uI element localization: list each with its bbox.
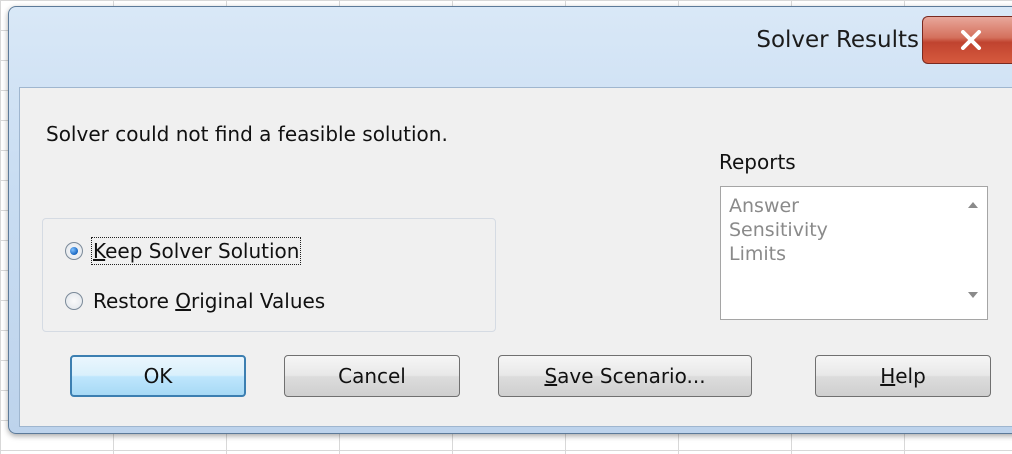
help-button[interactable]: Help [815, 355, 991, 397]
restore-values-label[interactable]: Restore Original Values [93, 289, 325, 313]
restore-values-radio[interactable] [65, 292, 83, 310]
save-scenario-button[interactable]: Save Scenario... [498, 355, 752, 397]
keep-solution-label[interactable]: Keep Solver Solution [90, 237, 302, 265]
status-message: Solver could not find a feasible solutio… [46, 122, 448, 146]
report-item-sensitivity[interactable]: Sensitivity [729, 219, 828, 241]
dialog-title: Solver Results [756, 27, 919, 53]
reports-label: Reports [719, 150, 796, 174]
dialog-body: Solver could not find a feasible solutio… [19, 87, 1012, 427]
keep-solution-radio[interactable] [65, 242, 83, 260]
cancel-button[interactable]: Cancel [284, 355, 460, 397]
report-item-answer[interactable]: Answer [729, 195, 799, 217]
restore-values-option[interactable]: Restore Original Values [65, 289, 325, 313]
scroll-up-icon[interactable] [967, 201, 979, 209]
solver-results-dialog: Solver Results Solver could not find a f… [8, 6, 1012, 434]
report-item-limits[interactable]: Limits [729, 243, 786, 265]
scroll-down-icon[interactable] [967, 291, 979, 299]
close-icon [960, 30, 981, 50]
keep-solution-option[interactable]: Keep Solver Solution [65, 237, 302, 265]
reports-listbox[interactable]: Answer Sensitivity Limits [720, 186, 988, 320]
solution-options-group: Keep Solver Solution Restore Original Va… [42, 218, 496, 332]
radio-selected-dot [70, 247, 78, 255]
close-button[interactable] [922, 16, 1012, 64]
ok-button[interactable]: OK [70, 355, 246, 397]
